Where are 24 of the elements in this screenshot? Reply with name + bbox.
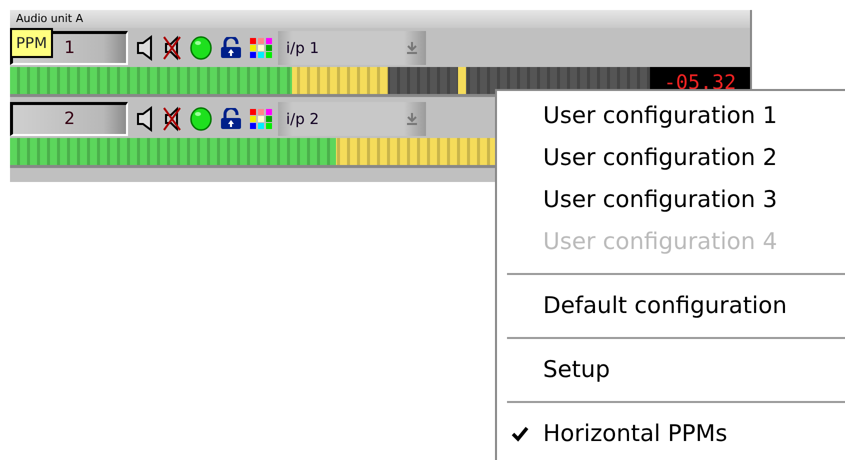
menu-item[interactable]: Horizontal PPMs xyxy=(497,413,845,455)
checkmark-icon xyxy=(511,426,529,442)
menu-item[interactable]: Setup xyxy=(497,349,845,391)
mute-icon[interactable] xyxy=(162,106,182,132)
speaker-icon[interactable] xyxy=(136,35,154,61)
source-dropdown[interactable]: i/p 2 xyxy=(278,102,426,136)
color-grid-icon[interactable] xyxy=(250,109,272,129)
speaker-icon[interactable] xyxy=(136,106,154,132)
tooltip: PPM xyxy=(10,28,54,58)
source-dropdown[interactable]: i/p 1 xyxy=(278,31,426,65)
menu-item[interactable]: Default configuration xyxy=(497,285,845,327)
color-grid-icon[interactable] xyxy=(250,38,272,58)
menu-item[interactable]: User configuration 3 xyxy=(497,179,845,221)
status-led-icon[interactable] xyxy=(190,107,212,131)
panel-title: Audio unit A xyxy=(10,10,750,28)
mute-icon[interactable] xyxy=(162,35,182,61)
channel-name-field[interactable]: 2 xyxy=(10,102,128,136)
padlock-icon[interactable] xyxy=(220,37,242,59)
menu-item[interactable]: User configuration 2 xyxy=(497,137,845,179)
caret-icon xyxy=(406,112,418,126)
status-led-icon[interactable] xyxy=(190,36,212,60)
menu-item[interactable]: User configuration 1 xyxy=(497,95,845,137)
padlock-icon[interactable] xyxy=(220,108,242,130)
caret-icon xyxy=(406,41,418,55)
